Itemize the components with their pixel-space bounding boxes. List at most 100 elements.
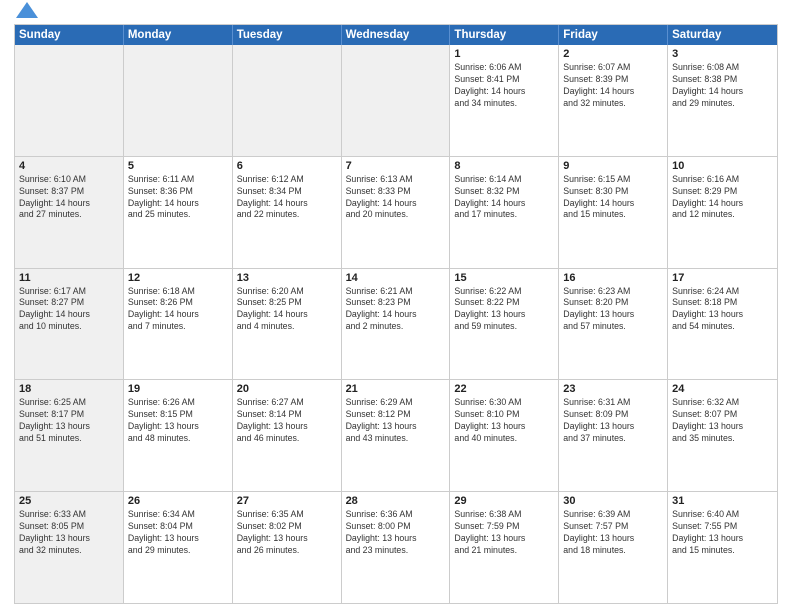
- cell-info: Sunrise: 6:32 AM Sunset: 8:07 PM Dayligh…: [672, 397, 773, 445]
- cal-cell-16: 16 Sunrise: 6:23 AM Sunset: 8:20 PM Dayli…: [559, 269, 668, 380]
- cell-info: Sunrise: 6:26 AM Sunset: 8:15 PM Dayligh…: [128, 397, 228, 445]
- logo: [14, 10, 38, 18]
- cell-info: Sunrise: 6:36 AM Sunset: 8:00 PM Dayligh…: [346, 509, 446, 557]
- cell-info: Sunrise: 6:29 AM Sunset: 8:12 PM Dayligh…: [346, 397, 446, 445]
- cell-info: Sunrise: 6:35 AM Sunset: 8:02 PM Dayligh…: [237, 509, 337, 557]
- cal-cell-7: 7 Sunrise: 6:13 AM Sunset: 8:33 PM Daylig…: [342, 157, 451, 268]
- cal-cell-11: 11Sunrise: 6:17 AM Sunset: 8:27 PM Dayli…: [15, 269, 124, 380]
- day-number: 22: [454, 383, 554, 395]
- day-number: 27: [237, 495, 337, 507]
- cal-cell-8: 8 Sunrise: 6:14 AM Sunset: 8:32 PM Daylig…: [450, 157, 559, 268]
- week-row-1: 1 Sunrise: 6:06 AM Sunset: 8:41 PM Daylig…: [15, 45, 777, 157]
- cal-cell-2: 2 Sunrise: 6:07 AM Sunset: 8:39 PM Daylig…: [559, 45, 668, 156]
- cell-info: Sunrise: 6:24 AM Sunset: 8:18 PM Dayligh…: [672, 286, 773, 334]
- cal-cell-18: 18 Sunrise: 6:25 AM Sunset: 8:17 PM Dayli…: [15, 380, 124, 491]
- day-number: 26: [128, 495, 228, 507]
- cell-info: Sunrise: 6:34 AM Sunset: 8:04 PM Dayligh…: [128, 509, 228, 557]
- day-number: 30: [563, 495, 663, 507]
- cal-cell-1: 1 Sunrise: 6:06 AM Sunset: 8:41 PM Daylig…: [450, 45, 559, 156]
- cal-cell-5: 5Sunrise: 6:11 AM Sunset: 8:36 PM Daylig…: [124, 157, 233, 268]
- cell-info: Sunrise: 6:22 AM Sunset: 8:22 PM Dayligh…: [454, 286, 554, 334]
- day-number: 17: [672, 272, 773, 284]
- logo-icon: [16, 2, 38, 18]
- day-number: 21: [346, 383, 446, 395]
- header: [14, 10, 778, 18]
- day-number: 14: [346, 272, 446, 284]
- cell-info: Sunrise: 6:30 AM Sunset: 8:10 PM Dayligh…: [454, 397, 554, 445]
- day-number: 31: [672, 495, 773, 507]
- calendar: SundayMondayTuesdayWednesdayThursdayFrid…: [14, 24, 778, 604]
- week-row-5: 25Sunrise: 6:33 AM Sunset: 8:05 PM Dayli…: [15, 492, 777, 603]
- cal-cell-28: 28 Sunrise: 6:36 AM Sunset: 8:00 PM Dayli…: [342, 492, 451, 603]
- cal-cell-13: 13 Sunrise: 6:20 AM Sunset: 8:25 PM Dayli…: [233, 269, 342, 380]
- cal-cell-empty-1: [124, 45, 233, 156]
- cell-info: Sunrise: 6:06 AM Sunset: 8:41 PM Dayligh…: [454, 62, 554, 110]
- day-number: 20: [237, 383, 337, 395]
- page: SundayMondayTuesdayWednesdayThursdayFrid…: [0, 0, 792, 612]
- day-number: 28: [346, 495, 446, 507]
- cal-cell-20: 20Sunrise: 6:27 AM Sunset: 8:14 PM Dayli…: [233, 380, 342, 491]
- header-cell-tuesday: Tuesday: [233, 25, 342, 45]
- day-number: 19: [128, 383, 228, 395]
- day-number: 7: [346, 160, 446, 172]
- cell-info: Sunrise: 6:08 AM Sunset: 8:38 PM Dayligh…: [672, 62, 773, 110]
- cell-info: Sunrise: 6:25 AM Sunset: 8:17 PM Dayligh…: [19, 397, 119, 445]
- day-number: 8: [454, 160, 554, 172]
- day-number: 2: [563, 48, 663, 60]
- cell-info: Sunrise: 6:31 AM Sunset: 8:09 PM Dayligh…: [563, 397, 663, 445]
- week-row-4: 18 Sunrise: 6:25 AM Sunset: 8:17 PM Dayli…: [15, 380, 777, 492]
- cell-info: Sunrise: 6:07 AM Sunset: 8:39 PM Dayligh…: [563, 62, 663, 110]
- cell-info: Sunrise: 6:13 AM Sunset: 8:33 PM Dayligh…: [346, 174, 446, 222]
- cal-cell-19: 19 Sunrise: 6:26 AM Sunset: 8:15 PM Dayli…: [124, 380, 233, 491]
- cal-cell-17: 17 Sunrise: 6:24 AM Sunset: 8:18 PM Dayli…: [668, 269, 777, 380]
- cell-info: Sunrise: 6:33 AM Sunset: 8:05 PM Dayligh…: [19, 509, 119, 557]
- week-row-3: 11Sunrise: 6:17 AM Sunset: 8:27 PM Dayli…: [15, 269, 777, 381]
- cell-info: Sunrise: 6:21 AM Sunset: 8:23 PM Dayligh…: [346, 286, 446, 334]
- cal-cell-22: 22 Sunrise: 6:30 AM Sunset: 8:10 PM Dayli…: [450, 380, 559, 491]
- day-number: 12: [128, 272, 228, 284]
- cell-info: Sunrise: 6:23 AM Sunset: 8:20 PM Dayligh…: [563, 286, 663, 334]
- cell-info: Sunrise: 6:17 AM Sunset: 8:27 PM Dayligh…: [19, 286, 119, 334]
- calendar-body: 1 Sunrise: 6:06 AM Sunset: 8:41 PM Daylig…: [15, 45, 777, 603]
- cell-info: Sunrise: 6:20 AM Sunset: 8:25 PM Dayligh…: [237, 286, 337, 334]
- header-cell-wednesday: Wednesday: [342, 25, 451, 45]
- day-number: 15: [454, 272, 554, 284]
- header-cell-monday: Monday: [124, 25, 233, 45]
- cal-cell-6: 6 Sunrise: 6:12 AM Sunset: 8:34 PM Daylig…: [233, 157, 342, 268]
- cal-cell-4: 4 Sunrise: 6:10 AM Sunset: 8:37 PM Daylig…: [15, 157, 124, 268]
- cal-cell-empty-3: [342, 45, 451, 156]
- day-number: 3: [672, 48, 773, 60]
- day-number: 4: [19, 160, 119, 172]
- cal-cell-15: 15 Sunrise: 6:22 AM Sunset: 8:22 PM Dayli…: [450, 269, 559, 380]
- cal-cell-30: 30Sunrise: 6:39 AM Sunset: 7:57 PM Dayli…: [559, 492, 668, 603]
- cal-cell-empty-2: [233, 45, 342, 156]
- cal-cell-29: 29Sunrise: 6:38 AM Sunset: 7:59 PM Dayli…: [450, 492, 559, 603]
- cell-info: Sunrise: 6:40 AM Sunset: 7:55 PM Dayligh…: [672, 509, 773, 557]
- cell-info: Sunrise: 6:15 AM Sunset: 8:30 PM Dayligh…: [563, 174, 663, 222]
- cell-info: Sunrise: 6:14 AM Sunset: 8:32 PM Dayligh…: [454, 174, 554, 222]
- cell-info: Sunrise: 6:10 AM Sunset: 8:37 PM Dayligh…: [19, 174, 119, 222]
- cal-cell-25: 25Sunrise: 6:33 AM Sunset: 8:05 PM Dayli…: [15, 492, 124, 603]
- cal-cell-9: 9Sunrise: 6:15 AM Sunset: 8:30 PM Daylig…: [559, 157, 668, 268]
- cal-cell-21: 21 Sunrise: 6:29 AM Sunset: 8:12 PM Dayli…: [342, 380, 451, 491]
- cal-cell-31: 31 Sunrise: 6:40 AM Sunset: 7:55 PM Dayli…: [668, 492, 777, 603]
- day-number: 5: [128, 160, 228, 172]
- day-number: 10: [672, 160, 773, 172]
- cell-info: Sunrise: 6:16 AM Sunset: 8:29 PM Dayligh…: [672, 174, 773, 222]
- day-number: 18: [19, 383, 119, 395]
- day-number: 29: [454, 495, 554, 507]
- day-number: 16: [563, 272, 663, 284]
- cal-cell-24: 24Sunrise: 6:32 AM Sunset: 8:07 PM Dayli…: [668, 380, 777, 491]
- cal-cell-3: 3 Sunrise: 6:08 AM Sunset: 8:38 PM Daylig…: [668, 45, 777, 156]
- cal-cell-27: 27 Sunrise: 6:35 AM Sunset: 8:02 PM Dayli…: [233, 492, 342, 603]
- day-number: 13: [237, 272, 337, 284]
- cell-info: Sunrise: 6:18 AM Sunset: 8:26 PM Dayligh…: [128, 286, 228, 334]
- day-number: 6: [237, 160, 337, 172]
- cal-cell-10: 10 Sunrise: 6:16 AM Sunset: 8:29 PM Dayli…: [668, 157, 777, 268]
- day-number: 1: [454, 48, 554, 60]
- cell-info: Sunrise: 6:12 AM Sunset: 8:34 PM Dayligh…: [237, 174, 337, 222]
- header-cell-sunday: Sunday: [15, 25, 124, 45]
- day-number: 23: [563, 383, 663, 395]
- cal-cell-23: 23 Sunrise: 6:31 AM Sunset: 8:09 PM Dayli…: [559, 380, 668, 491]
- cal-cell-26: 26 Sunrise: 6:34 AM Sunset: 8:04 PM Dayli…: [124, 492, 233, 603]
